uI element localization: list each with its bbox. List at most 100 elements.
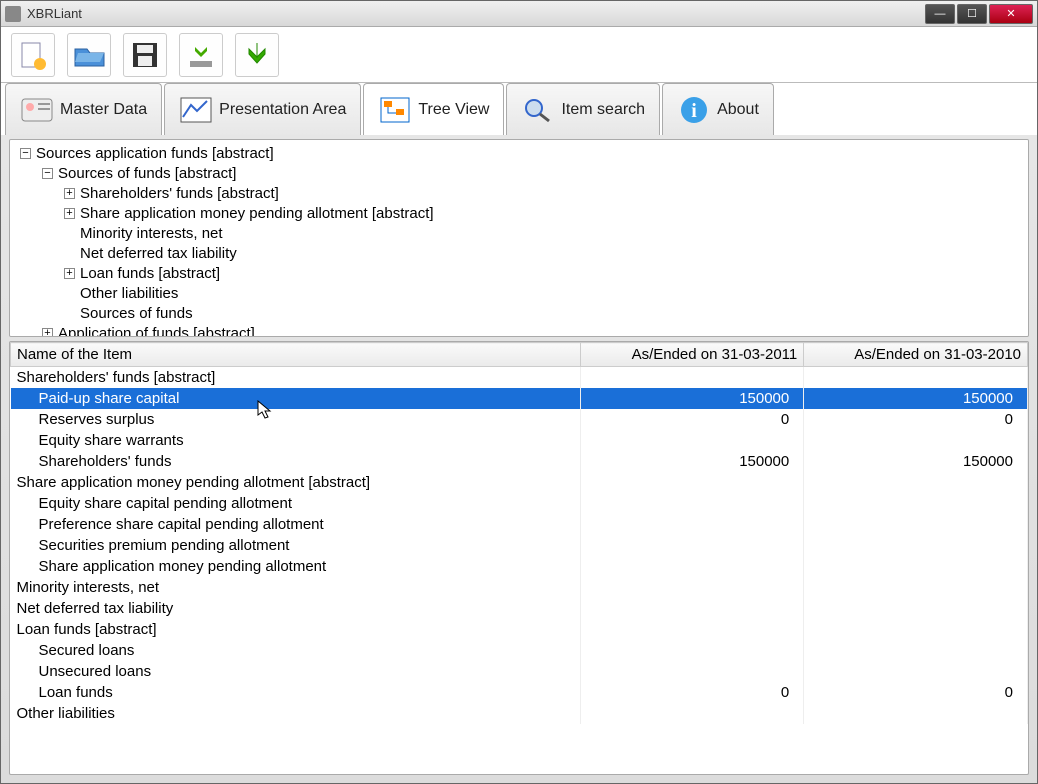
tab-about[interactable]: i About — [662, 83, 774, 135]
expand-icon[interactable]: + — [64, 208, 75, 219]
item-name-cell[interactable]: Unsecured loans — [11, 661, 581, 682]
item-name-cell[interactable]: Equity share warrants — [11, 430, 581, 451]
item-name-cell[interactable]: Preference share capital pending allotme… — [11, 514, 581, 535]
table-row[interactable]: Paid-up share capital150000150000 — [11, 388, 1028, 409]
data-grid-pane[interactable]: Name of the Item As/Ended on 31-03-2011 … — [9, 341, 1029, 775]
value-cell[interactable] — [804, 430, 1028, 451]
table-row[interactable]: Loan funds [abstract] — [11, 619, 1028, 640]
value-cell[interactable] — [804, 640, 1028, 661]
value-cell[interactable] — [804, 703, 1028, 724]
value-cell[interactable]: 150000 — [804, 451, 1028, 472]
table-row[interactable]: Loan funds00 — [11, 682, 1028, 703]
tree-node[interactable]: Sources of funds [abstract] — [58, 165, 236, 182]
value-cell[interactable] — [580, 598, 804, 619]
value-cell[interactable] — [580, 430, 804, 451]
table-row[interactable]: Share application money pending allotmen… — [11, 556, 1028, 577]
value-cell[interactable] — [804, 493, 1028, 514]
tree-node[interactable]: Sources application funds [abstract] — [36, 145, 274, 162]
tree-node[interactable]: Share application money pending allotmen… — [80, 205, 434, 222]
save-button[interactable] — [123, 33, 167, 77]
item-name-cell[interactable]: Net deferred tax liability — [11, 598, 581, 619]
value-cell[interactable] — [580, 577, 804, 598]
maximize-button[interactable]: ☐ — [957, 4, 987, 24]
tree-view-pane[interactable]: − Sources application funds [abstract] −… — [9, 139, 1029, 337]
tab-presentation-area[interactable]: Presentation Area — [164, 83, 361, 135]
item-name-cell[interactable]: Minority interests, net — [11, 577, 581, 598]
item-name-cell[interactable]: Share application money pending allotmen… — [11, 472, 581, 493]
value-cell[interactable] — [804, 514, 1028, 535]
titlebar[interactable]: XBRLiant — ☐ ✕ — [1, 1, 1037, 27]
table-row[interactable]: Shareholders' funds [abstract] — [11, 367, 1028, 389]
table-row[interactable]: Unsecured loans — [11, 661, 1028, 682]
tree-node[interactable]: Shareholders' funds [abstract] — [80, 185, 279, 202]
column-header-period1[interactable]: As/Ended on 31-03-2011 — [580, 343, 804, 367]
table-row[interactable]: Share application money pending allotmen… — [11, 472, 1028, 493]
open-button[interactable] — [67, 33, 111, 77]
table-row[interactable]: Net deferred tax liability — [11, 598, 1028, 619]
tree-node[interactable]: Net deferred tax liability — [80, 245, 237, 262]
refresh-button[interactable] — [235, 33, 279, 77]
tree-node[interactable]: Other liabilities — [80, 285, 178, 302]
tree-node[interactable]: Minority interests, net — [80, 225, 223, 242]
value-cell[interactable] — [580, 472, 804, 493]
expand-icon[interactable]: + — [64, 268, 75, 279]
item-name-cell[interactable]: Other liabilities — [11, 703, 581, 724]
value-cell[interactable] — [580, 619, 804, 640]
value-cell[interactable] — [804, 472, 1028, 493]
item-name-cell[interactable]: Paid-up share capital — [11, 388, 581, 409]
value-cell[interactable] — [580, 367, 804, 389]
item-name-cell[interactable]: Loan funds [abstract] — [11, 619, 581, 640]
value-cell[interactable] — [580, 661, 804, 682]
value-cell[interactable] — [804, 661, 1028, 682]
table-row[interactable]: Preference share capital pending allotme… — [11, 514, 1028, 535]
value-cell[interactable] — [580, 493, 804, 514]
value-cell[interactable] — [580, 703, 804, 724]
table-row[interactable]: Equity share warrants — [11, 430, 1028, 451]
collapse-icon[interactable]: − — [20, 148, 31, 159]
tab-tree-view[interactable]: Tree View — [363, 83, 504, 135]
item-name-cell[interactable]: Share application money pending allotmen… — [11, 556, 581, 577]
value-cell[interactable] — [804, 535, 1028, 556]
expand-icon[interactable]: + — [42, 328, 53, 337]
table-row[interactable]: Reserves surplus00 — [11, 409, 1028, 430]
item-name-cell[interactable]: Shareholders' funds — [11, 451, 581, 472]
minimize-button[interactable]: — — [925, 4, 955, 24]
table-row[interactable]: Equity share capital pending allotment — [11, 493, 1028, 514]
value-cell[interactable] — [804, 556, 1028, 577]
value-cell[interactable] — [804, 577, 1028, 598]
value-cell[interactable] — [804, 619, 1028, 640]
tree-node[interactable]: Application of funds [abstract] — [58, 325, 255, 337]
value-cell[interactable]: 150000 — [580, 451, 804, 472]
column-header-period2[interactable]: As/Ended on 31-03-2010 — [804, 343, 1028, 367]
item-name-cell[interactable]: Secured loans — [11, 640, 581, 661]
items-table[interactable]: Name of the Item As/Ended on 31-03-2011 … — [10, 342, 1028, 724]
value-cell[interactable] — [580, 535, 804, 556]
concept-tree[interactable]: − Sources application funds [abstract] −… — [14, 144, 1024, 337]
value-cell[interactable] — [580, 556, 804, 577]
tab-item-search[interactable]: Item search — [506, 83, 660, 135]
expand-icon[interactable]: + — [64, 188, 75, 199]
value-cell[interactable]: 0 — [804, 682, 1028, 703]
tab-master-data[interactable]: Master Data — [5, 83, 162, 135]
item-name-cell[interactable]: Reserves surplus — [11, 409, 581, 430]
value-cell[interactable]: 150000 — [804, 388, 1028, 409]
collapse-icon[interactable]: − — [42, 168, 53, 179]
table-row[interactable]: Securities premium pending allotment — [11, 535, 1028, 556]
value-cell[interactable] — [580, 514, 804, 535]
tree-node[interactable]: Sources of funds — [80, 305, 193, 322]
tree-node[interactable]: Loan funds [abstract] — [80, 265, 220, 282]
column-header-name[interactable]: Name of the Item — [11, 343, 581, 367]
value-cell[interactable]: 0 — [580, 409, 804, 430]
value-cell[interactable] — [804, 598, 1028, 619]
value-cell[interactable] — [804, 367, 1028, 389]
value-cell[interactable]: 0 — [580, 682, 804, 703]
table-row[interactable]: Minority interests, net — [11, 577, 1028, 598]
item-name-cell[interactable]: Loan funds — [11, 682, 581, 703]
close-button[interactable]: ✕ — [989, 4, 1033, 24]
value-cell[interactable]: 150000 — [580, 388, 804, 409]
value-cell[interactable] — [580, 640, 804, 661]
table-row[interactable]: Shareholders' funds150000150000 — [11, 451, 1028, 472]
table-row[interactable]: Secured loans — [11, 640, 1028, 661]
new-button[interactable] — [11, 33, 55, 77]
item-name-cell[interactable]: Equity share capital pending allotment — [11, 493, 581, 514]
